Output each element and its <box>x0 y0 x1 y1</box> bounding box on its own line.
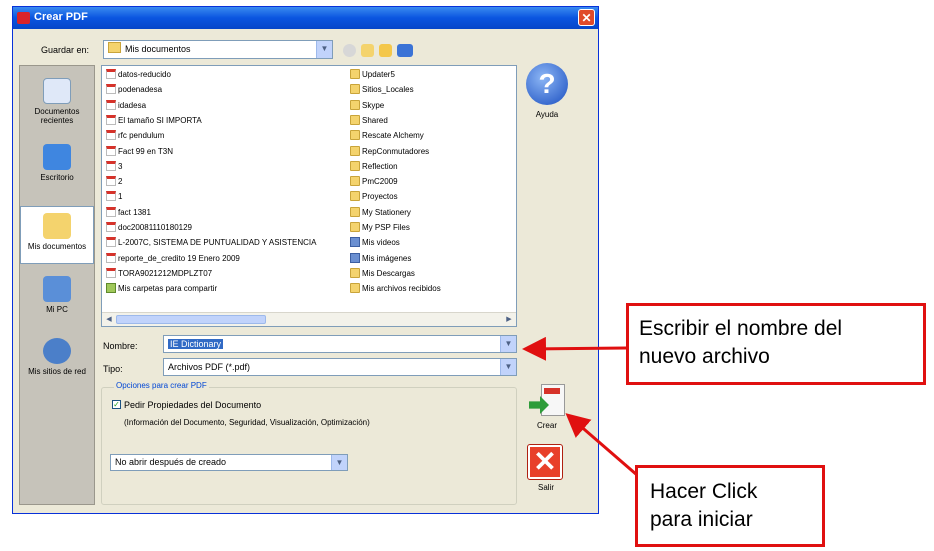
callout-arrows <box>522 336 638 477</box>
click-callout-arrow <box>565 413 638 477</box>
name-callout-arrow <box>522 336 627 361</box>
